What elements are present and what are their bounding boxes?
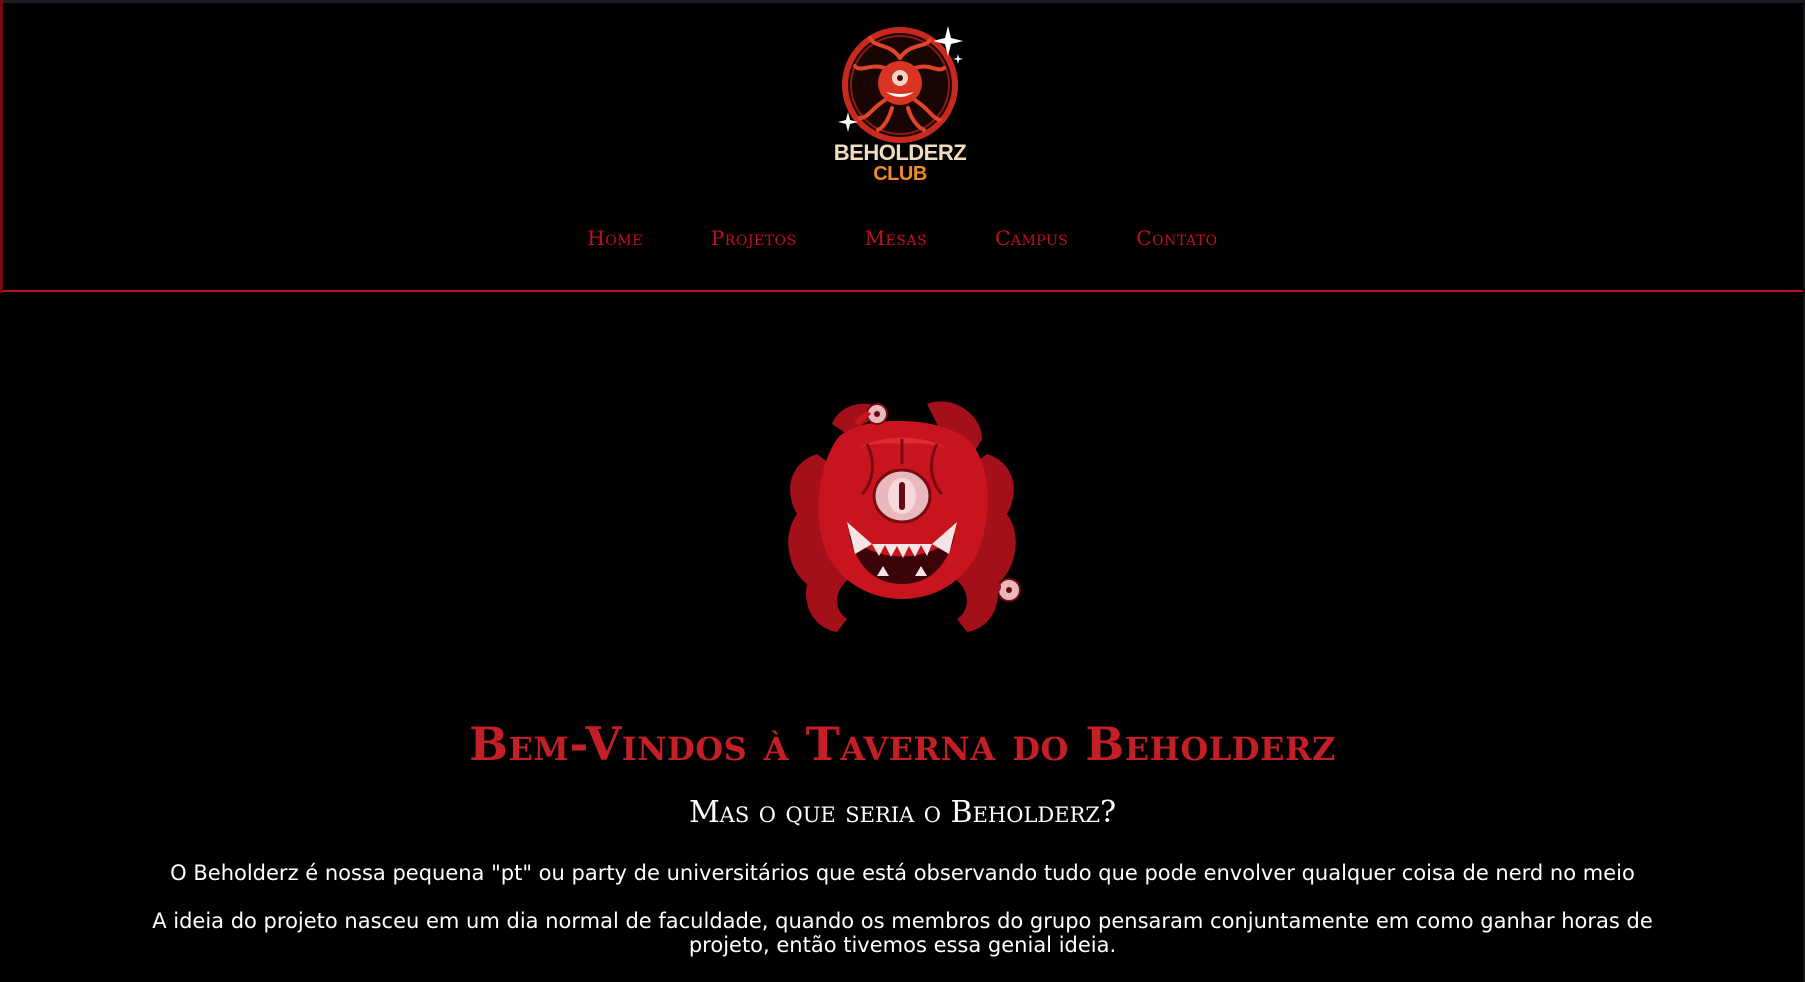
nav-link-mesas[interactable]: Mesas <box>865 226 928 256</box>
hero-image <box>777 394 1027 644</box>
header-left-border <box>0 0 3 293</box>
page-subtitle: Mas o que seria o Beholderz? <box>688 795 1117 830</box>
site-logo[interactable]: BEHOLDERZ CLUB <box>830 18 970 190</box>
history-paragraph: A ideia do projeto nasceu em um dia norm… <box>152 909 1653 957</box>
nav-link-home[interactable]: Home <box>587 226 642 256</box>
logo-club-text: CLUB <box>873 163 927 185</box>
intro-paragraph: O Beholderz é nossa pequena "pt" ou part… <box>170 861 1635 885</box>
site-header: BEHOLDERZ CLUB Home Projetos Mesas Campu… <box>0 0 1805 292</box>
main-nav: Home Projetos Mesas Campus Contato <box>0 226 1805 256</box>
beholder-logo-icon <box>838 26 963 143</box>
nav-link-projetos[interactable]: Projetos <box>711 226 797 256</box>
nav-link-campus[interactable]: Campus <box>995 226 1068 256</box>
page-title: Bem-Vindos à Taverna do Beholderz <box>469 717 1336 771</box>
beholder-monster-icon <box>788 401 1021 632</box>
nav-link-contato[interactable]: Contato <box>1136 226 1217 256</box>
